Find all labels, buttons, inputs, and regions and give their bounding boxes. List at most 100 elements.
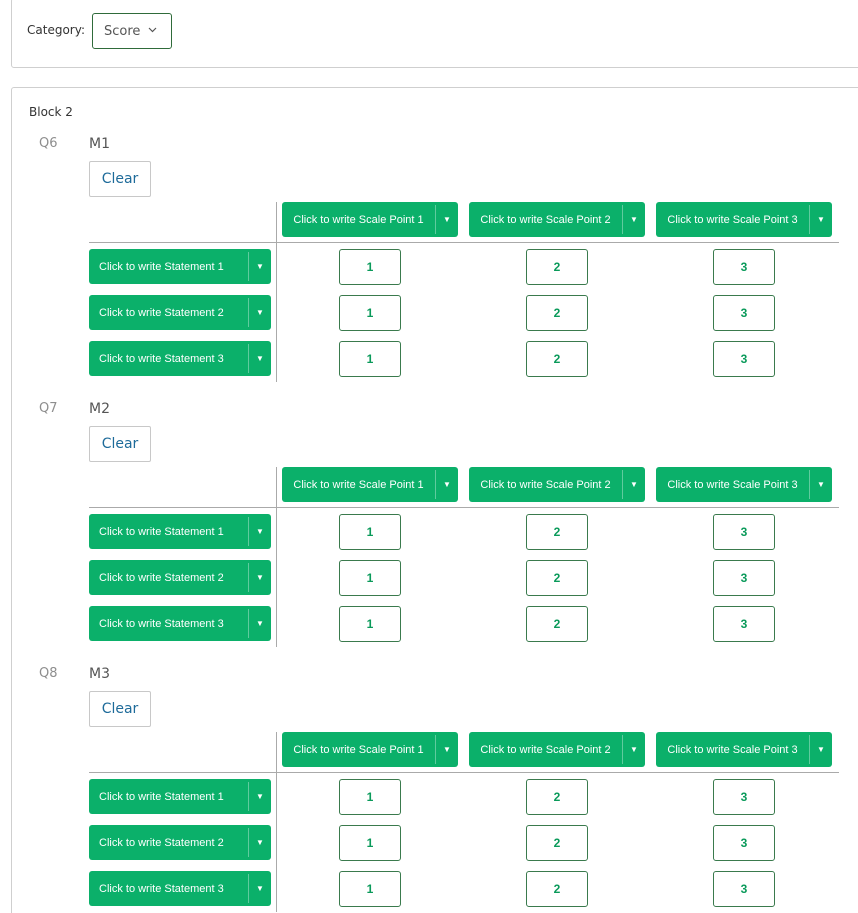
matrix-horizontal-divider [89, 242, 839, 243]
caret-down-icon[interactable]: ▼ [623, 732, 645, 767]
caret-down-icon[interactable]: ▼ [249, 871, 271, 906]
scale-point-2-button[interactable]: Click to write Scale Point 2 ▼ [469, 732, 645, 767]
matrix-cell[interactable]: 1 [339, 606, 401, 642]
statement-label: Click to write Statement 1 [99, 260, 224, 273]
matrix-horizontal-divider [89, 507, 839, 508]
scale-point-label: Click to write Scale Point 1 [293, 213, 424, 226]
statement-3-button[interactable]: Click to write Statement 3 ▼ [89, 341, 271, 376]
statement-label: Click to write Statement 3 [99, 352, 224, 365]
matrix-cell[interactable]: 2 [526, 606, 588, 642]
caret-down-icon[interactable]: ▼ [810, 467, 832, 502]
caret-down-icon[interactable]: ▼ [436, 732, 458, 767]
question-title: M2 [89, 401, 110, 417]
clear-button[interactable]: Clear [89, 161, 151, 197]
matrix-cell[interactable]: 1 [339, 341, 401, 377]
matrix-cell[interactable]: 3 [713, 514, 775, 550]
caret-down-icon[interactable]: ▼ [249, 606, 271, 641]
statement-2-button[interactable]: Click to write Statement 2 ▼ [89, 560, 271, 595]
caret-down-icon[interactable]: ▼ [810, 202, 832, 237]
caret-down-icon[interactable]: ▼ [249, 560, 271, 595]
scale-point-3-button[interactable]: Click to write Scale Point 3 ▼ [656, 732, 832, 767]
matrix-cell[interactable]: 2 [526, 249, 588, 285]
scale-point-label: Click to write Scale Point 3 [667, 743, 798, 756]
statement-2-button[interactable]: Click to write Statement 2 ▼ [89, 825, 271, 860]
block-panel: Block 2 Q6 M1 Clear Click to write Scale… [11, 87, 858, 913]
scale-point-3-button[interactable]: Click to write Scale Point 3 ▼ [656, 202, 832, 237]
matrix-vertical-divider [276, 732, 277, 912]
matrix-cell[interactable]: 2 [526, 779, 588, 815]
statement-3-button[interactable]: Click to write Statement 3 ▼ [89, 606, 271, 641]
statement-label: Click to write Statement 2 [99, 306, 224, 319]
question-title: M1 [89, 136, 110, 152]
matrix-cell[interactable]: 2 [526, 295, 588, 331]
statement-1-button[interactable]: Click to write Statement 1 ▼ [89, 514, 271, 549]
clear-button[interactable]: Clear [89, 426, 151, 462]
matrix-cell[interactable]: 3 [713, 341, 775, 377]
matrix-cell[interactable]: 1 [339, 825, 401, 861]
question-title: M3 [89, 666, 110, 682]
caret-down-icon[interactable]: ▼ [623, 202, 645, 237]
question-q6: Q6 M1 Clear Click to write Scale Point 1… [12, 136, 858, 386]
matrix-cell[interactable]: 2 [526, 825, 588, 861]
clear-button[interactable]: Clear [89, 691, 151, 727]
scale-point-3-button[interactable]: Click to write Scale Point 3 ▼ [656, 467, 832, 502]
matrix-cell[interactable]: 3 [713, 295, 775, 331]
caret-down-icon[interactable]: ▼ [623, 467, 645, 502]
matrix-cell[interactable]: 2 [526, 560, 588, 596]
statement-label: Click to write Statement 2 [99, 836, 224, 849]
matrix-cell[interactable]: 2 [526, 341, 588, 377]
caret-down-icon[interactable]: ▼ [436, 202, 458, 237]
statement-2-button[interactable]: Click to write Statement 2 ▼ [89, 295, 271, 330]
matrix-cell[interactable]: 3 [713, 871, 775, 907]
chevron-down-icon [148, 26, 157, 36]
scale-point-label: Click to write Scale Point 1 [293, 743, 424, 756]
scale-point-2-button[interactable]: Click to write Scale Point 2 ▼ [469, 467, 645, 502]
block-title: Block 2 [29, 105, 73, 119]
category-label: Category: [27, 23, 85, 37]
scale-point-2-button[interactable]: Click to write Scale Point 2 ▼ [469, 202, 645, 237]
matrix-cell[interactable]: 3 [713, 779, 775, 815]
matrix-cell[interactable]: 3 [713, 825, 775, 861]
matrix-cell[interactable]: 1 [339, 295, 401, 331]
matrix-cell[interactable]: 1 [339, 514, 401, 550]
caret-down-icon[interactable]: ▼ [249, 825, 271, 860]
caret-down-icon[interactable]: ▼ [249, 295, 271, 330]
scale-point-1-button[interactable]: Click to write Scale Point 1 ▼ [282, 467, 458, 502]
matrix-horizontal-divider [89, 772, 839, 773]
matrix-cell[interactable]: 1 [339, 560, 401, 596]
question-id: Q8 [39, 666, 58, 681]
statement-label: Click to write Statement 3 [99, 882, 224, 895]
matrix-cell[interactable]: 2 [526, 871, 588, 907]
matrix-cell[interactable]: 1 [339, 871, 401, 907]
question-q7: Q7 M2 Clear Click to write Scale Point 1… [12, 401, 858, 651]
statement-1-button[interactable]: Click to write Statement 1 ▼ [89, 249, 271, 284]
matrix-cell[interactable]: 3 [713, 606, 775, 642]
caret-down-icon[interactable]: ▼ [249, 341, 271, 376]
scale-point-label: Click to write Scale Point 3 [667, 213, 798, 226]
caret-down-icon[interactable]: ▼ [810, 732, 832, 767]
scale-point-1-button[interactable]: Click to write Scale Point 1 ▼ [282, 732, 458, 767]
statement-label: Click to write Statement 1 [99, 525, 224, 538]
caret-down-icon[interactable]: ▼ [249, 249, 271, 284]
caret-down-icon[interactable]: ▼ [249, 779, 271, 814]
matrix-cell[interactable]: 1 [339, 249, 401, 285]
statement-label: Click to write Statement 1 [99, 790, 224, 803]
statement-3-button[interactable]: Click to write Statement 3 ▼ [89, 871, 271, 906]
matrix-cell[interactable]: 2 [526, 514, 588, 550]
matrix-cell[interactable]: 3 [713, 249, 775, 285]
matrix-cell[interactable]: 3 [713, 560, 775, 596]
question-q8: Q8 M3 Clear Click to write Scale Point 1… [12, 666, 858, 913]
category-panel: Category: Score [11, 0, 858, 68]
statement-label: Click to write Statement 2 [99, 571, 224, 584]
question-id: Q7 [39, 401, 58, 416]
matrix-cell[interactable]: 1 [339, 779, 401, 815]
matrix-vertical-divider [276, 202, 277, 382]
caret-down-icon[interactable]: ▼ [249, 514, 271, 549]
scale-point-label: Click to write Scale Point 2 [480, 743, 611, 756]
caret-down-icon[interactable]: ▼ [436, 467, 458, 502]
matrix-vertical-divider [276, 467, 277, 647]
statement-1-button[interactable]: Click to write Statement 1 ▼ [89, 779, 271, 814]
scale-point-1-button[interactable]: Click to write Scale Point 1 ▼ [282, 202, 458, 237]
category-select[interactable]: Score [92, 13, 172, 49]
question-id: Q6 [39, 136, 58, 151]
